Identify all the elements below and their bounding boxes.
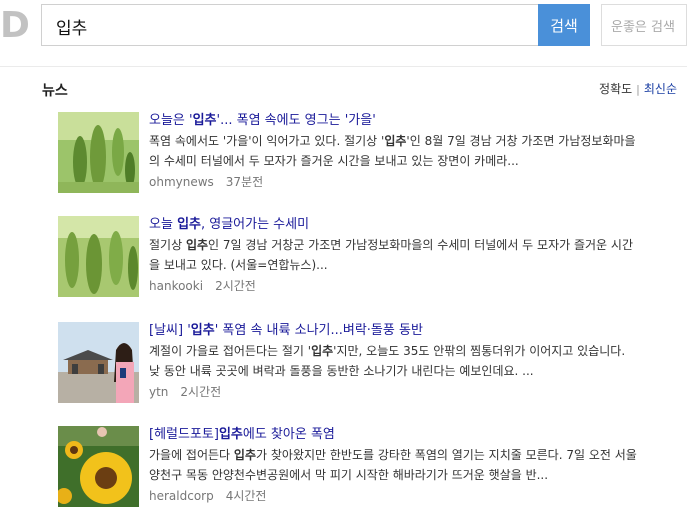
- news-thumbnail[interactable]: [58, 112, 139, 193]
- search-box: [41, 4, 538, 47]
- news-snippet: 폭염 속에서도 '가을'이 익어가고 있다. 절기상 '입추'인 8월 7일 경…: [149, 134, 636, 168]
- logo[interactable]: D: [0, 6, 30, 46]
- news-snippet: 계절이 가을로 접어든다는 절기 '입추'지만, 오늘도 35도 안팎의 찜통더…: [149, 344, 626, 378]
- news-title-link[interactable]: [날씨] '입추' 폭염 속 내륙 소나기...벼락·돌풍 동반: [149, 322, 687, 339]
- sort-latest[interactable]: 최신순: [644, 82, 677, 96]
- news-title-link[interactable]: 오늘 입추, 영글어가는 수세미: [149, 216, 687, 233]
- news-source[interactable]: hankooki: [149, 279, 203, 293]
- news-source[interactable]: heraldcorp: [149, 489, 214, 503]
- sort-separator: |: [636, 83, 640, 96]
- news-time: 37분전: [225, 175, 264, 189]
- sort-relevance[interactable]: 정확도: [599, 82, 632, 96]
- news-title-link[interactable]: 오늘은 '입추'... 폭염 속에도 영그는 '가을': [149, 112, 687, 129]
- section-title: 뉴스: [42, 83, 68, 99]
- news-source[interactable]: ohmynews: [149, 175, 214, 189]
- header-divider: [0, 66, 687, 67]
- news-meta: heraldcorp 4시간전: [149, 487, 687, 504]
- news-source[interactable]: ytn: [149, 385, 168, 399]
- lucky-search-button[interactable]: 운좋은 검색: [601, 4, 687, 46]
- news-thumbnail[interactable]: [58, 322, 139, 403]
- news-snippet: 가을에 접어든다 입추가 찾아왔지만 한반도를 강타한 폭염의 열기는 지치줄 …: [149, 448, 637, 482]
- news-meta: ohmynews 37분전: [149, 173, 687, 190]
- news-time: 2시간전: [215, 279, 256, 293]
- news-title-link[interactable]: [헤럴드포토]입추에도 찾아온 폭염: [149, 426, 687, 443]
- news-time: 2시간전: [180, 385, 222, 399]
- news-meta: ytn 2시간전: [149, 383, 687, 400]
- search-input[interactable]: [54, 5, 528, 47]
- news-time: 4시간전: [225, 489, 267, 503]
- sort-options: 정확도 | 최신순: [599, 80, 677, 97]
- news-thumbnail[interactable]: [58, 216, 139, 297]
- news-thumbnail[interactable]: [58, 426, 139, 507]
- news-meta: hankooki 2시간전: [149, 277, 687, 294]
- news-snippet: 절기상 입추인 7일 경남 거창군 가조면 가남정보화마을의 수세미 터널에서 …: [149, 238, 633, 272]
- search-button[interactable]: 검색: [538, 4, 590, 46]
